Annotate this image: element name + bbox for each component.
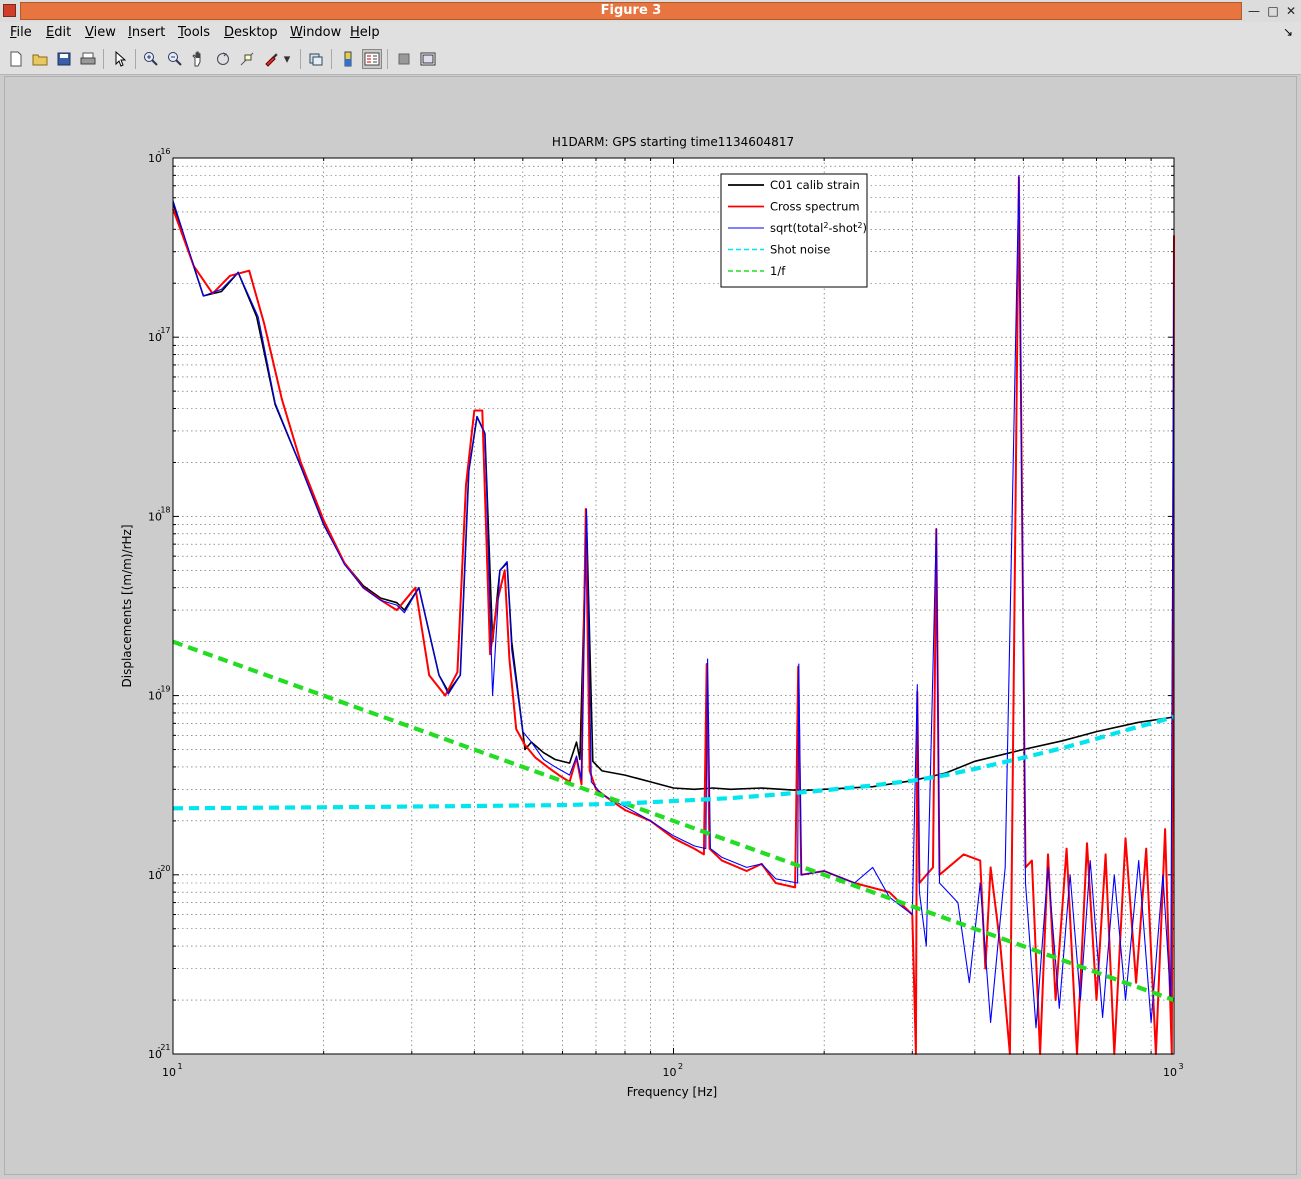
chart-title: H1DARM: GPS starting time1134604817: [552, 135, 794, 149]
x-tick-label: 10: [162, 1066, 176, 1079]
x-tick-exponent: 3: [1178, 1062, 1183, 1071]
legend-label: Shot noise: [770, 243, 830, 257]
y-tick-exponent: -19: [157, 685, 170, 694]
y-tick-exponent: -17: [157, 326, 170, 335]
y-tick-exponent: -16: [157, 147, 170, 156]
legend[interactable]: C01 calib strain Cross spectrum sqrt(total…: [720, 173, 868, 288]
y-tick-exponent: -18: [157, 505, 170, 514]
x-tick-label: 10: [1163, 1066, 1177, 1079]
legend-label: sqrt(total2-shot2): [770, 221, 867, 236]
legend-label: C01 calib strain: [770, 178, 860, 192]
y-axis-label: Displacements [(m/m)/rHz]: [120, 524, 134, 687]
x-tick-label: 10: [663, 1066, 677, 1079]
y-tick-exponent: -20: [157, 864, 170, 873]
x-tick-exponent: 1: [177, 1062, 182, 1071]
legend-label: 1/f: [770, 264, 786, 278]
x-axis-label: Frequency [Hz]: [627, 1085, 718, 1099]
legend-label: Cross spectrum: [770, 200, 860, 214]
x-tick-exponent: 2: [678, 1062, 683, 1071]
chart-svg: 10 1 10 2 10 310-2110-2010-1910-1810-1710-16 …: [120, 135, 1184, 1099]
y-tick-exponent: -21: [157, 1043, 170, 1052]
